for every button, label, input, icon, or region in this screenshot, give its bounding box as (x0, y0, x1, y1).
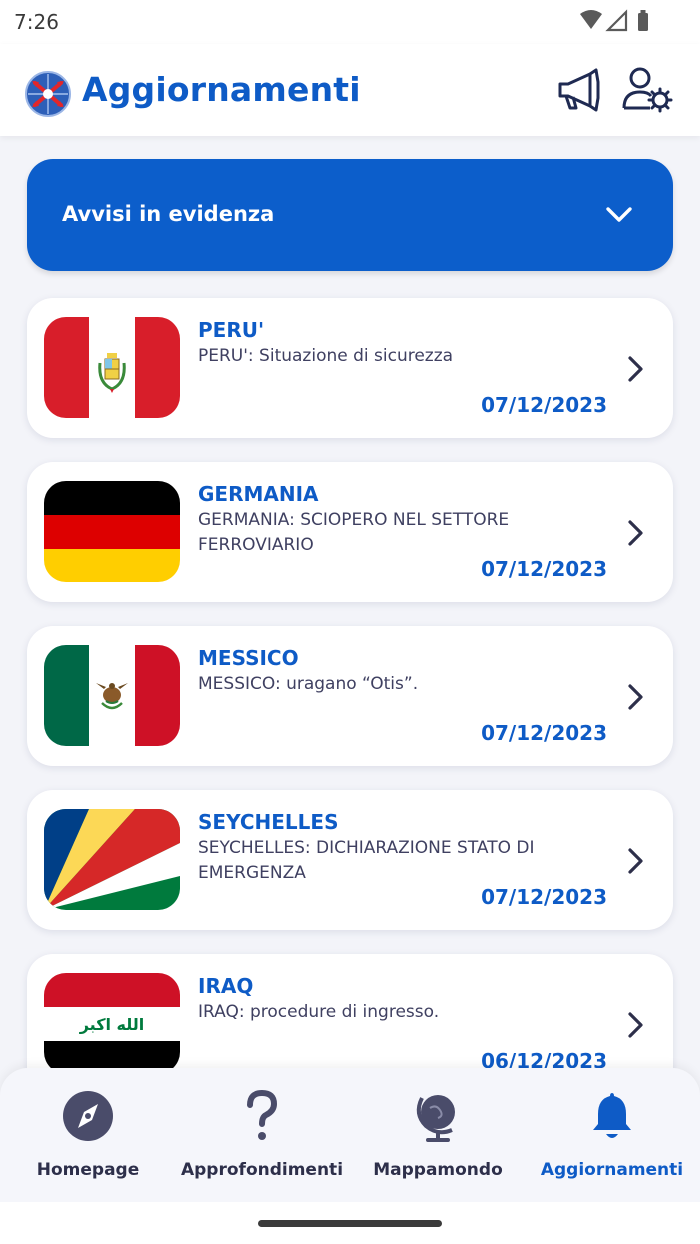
page-title: Aggiornamenti (82, 70, 361, 109)
user-settings-icon (622, 67, 673, 113)
bottom-navigation: Homepage Approfondimenti Mappamondo Aggi… (0, 1068, 700, 1202)
battery-icon (638, 10, 648, 31)
mexico-flag (44, 645, 180, 746)
notice-description: GERMANIA: SCIOPERO NEL SETTORE FERROVIAR… (198, 510, 510, 555)
notice-card-germany[interactable]: GERMANIA GERMANIA: SCIOPERO NEL SETTORE … (27, 462, 673, 602)
compass-icon (63, 1091, 113, 1141)
featured-notices-label: Avvisi in evidenza (62, 202, 275, 226)
seychelles-flag (44, 809, 180, 910)
chevron-down-icon (606, 207, 632, 222)
status-time: 7:26 (14, 10, 59, 34)
chevron-right-icon (628, 1012, 643, 1038)
user-settings-button[interactable] (620, 62, 674, 116)
notice-description: IRAQ: procedure di ingresso. (198, 1002, 440, 1022)
crossed-arrows-globe-logo (25, 71, 71, 117)
notices-list[interactable]: PERU' PERU': Situazione di sicurezza 07/… (0, 280, 700, 1068)
nav-aggiornamenti[interactable]: Aggiornamenti (528, 1068, 696, 1202)
notice-date: 06/12/2023 (481, 1049, 607, 1068)
iraq-flag-inscription: الله اكبر (79, 1015, 145, 1034)
wifi-icon (580, 10, 602, 29)
featured-notices-toggle[interactable]: Avvisi in evidenza (27, 159, 673, 271)
notice-description: PERU': Situazione di sicurezza (198, 346, 454, 366)
notice-country: SEYCHELLES (198, 810, 339, 834)
bell-icon (593, 1093, 631, 1138)
notice-country: MESSICO (198, 646, 299, 670)
system-gesture-bar (0, 1202, 700, 1244)
app-header: Aggiornamenti (0, 44, 700, 136)
chevron-right-icon (628, 356, 643, 382)
notice-card-iraq[interactable]: الله اكبر IRAQ IRAQ: procedure di ingres… (27, 954, 673, 1068)
home-gesture-handle[interactable] (258, 1220, 442, 1227)
notice-country: GERMANIA (198, 482, 319, 506)
chevron-right-icon (628, 520, 643, 546)
germany-flag (44, 481, 180, 582)
status-icons (580, 9, 648, 32)
notice-date: 07/12/2023 (481, 557, 607, 581)
notice-date: 07/12/2023 (481, 885, 607, 909)
notice-country: PERU' (198, 318, 265, 342)
nav-approfondimenti-label: Approfondimenti (180, 1160, 344, 1180)
chevron-right-icon (628, 684, 643, 710)
nav-homepage-label: Homepage (36, 1160, 140, 1180)
nav-approfondimenti[interactable]: Approfondimenti (176, 1068, 348, 1202)
notice-description: SEYCHELLES: DICHIARAZIONE STATO DI EMERG… (198, 838, 535, 883)
signal-icon (605, 9, 628, 32)
globe-icon (416, 1095, 455, 1142)
peru-flag (44, 317, 180, 418)
notice-card-peru[interactable]: PERU' PERU': Situazione di sicurezza 07/… (27, 298, 673, 438)
nav-mappamondo-label: Mappamondo (373, 1160, 503, 1180)
iraq-flag: الله اكبر (44, 973, 180, 1068)
megaphone-icon (558, 68, 600, 112)
question-mark-icon (247, 1089, 278, 1140)
notice-country: IRAQ (198, 974, 254, 998)
nav-mappamondo[interactable]: Mappamondo (362, 1068, 514, 1202)
notice-card-mexico[interactable]: MESSICO MESSICO: uragano “Otis”. 07/12/2… (27, 626, 673, 766)
chevron-right-icon (628, 848, 643, 874)
notice-date: 07/12/2023 (481, 393, 607, 417)
notice-date: 07/12/2023 (481, 721, 607, 745)
nav-homepage[interactable]: Homepage (12, 1068, 164, 1202)
announcements-button[interactable] (552, 62, 606, 116)
notice-description: MESSICO: uragano “Otis”. (198, 674, 419, 694)
notice-card-seychelles[interactable]: SEYCHELLES SEYCHELLES: DICHIARAZIONE STA… (27, 790, 673, 930)
nav-aggiornamenti-label: Aggiornamenti (540, 1160, 684, 1180)
status-bar: 7:26 (0, 0, 700, 44)
